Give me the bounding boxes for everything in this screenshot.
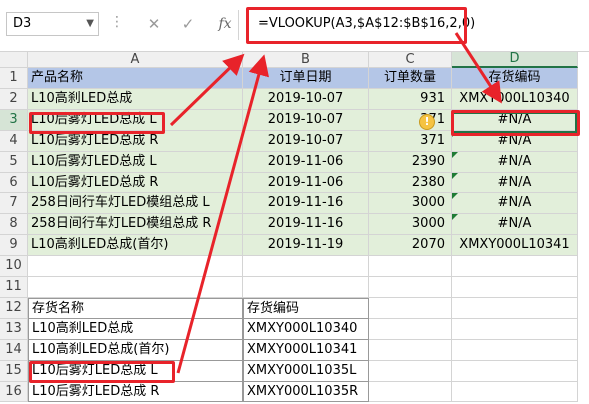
arrow-formula-to-d3 (454, 32, 502, 104)
arrow-lookup-to-formula (176, 54, 269, 374)
annotation-arrows (169, 32, 502, 374)
arrow-a3-to-formula (169, 53, 245, 127)
